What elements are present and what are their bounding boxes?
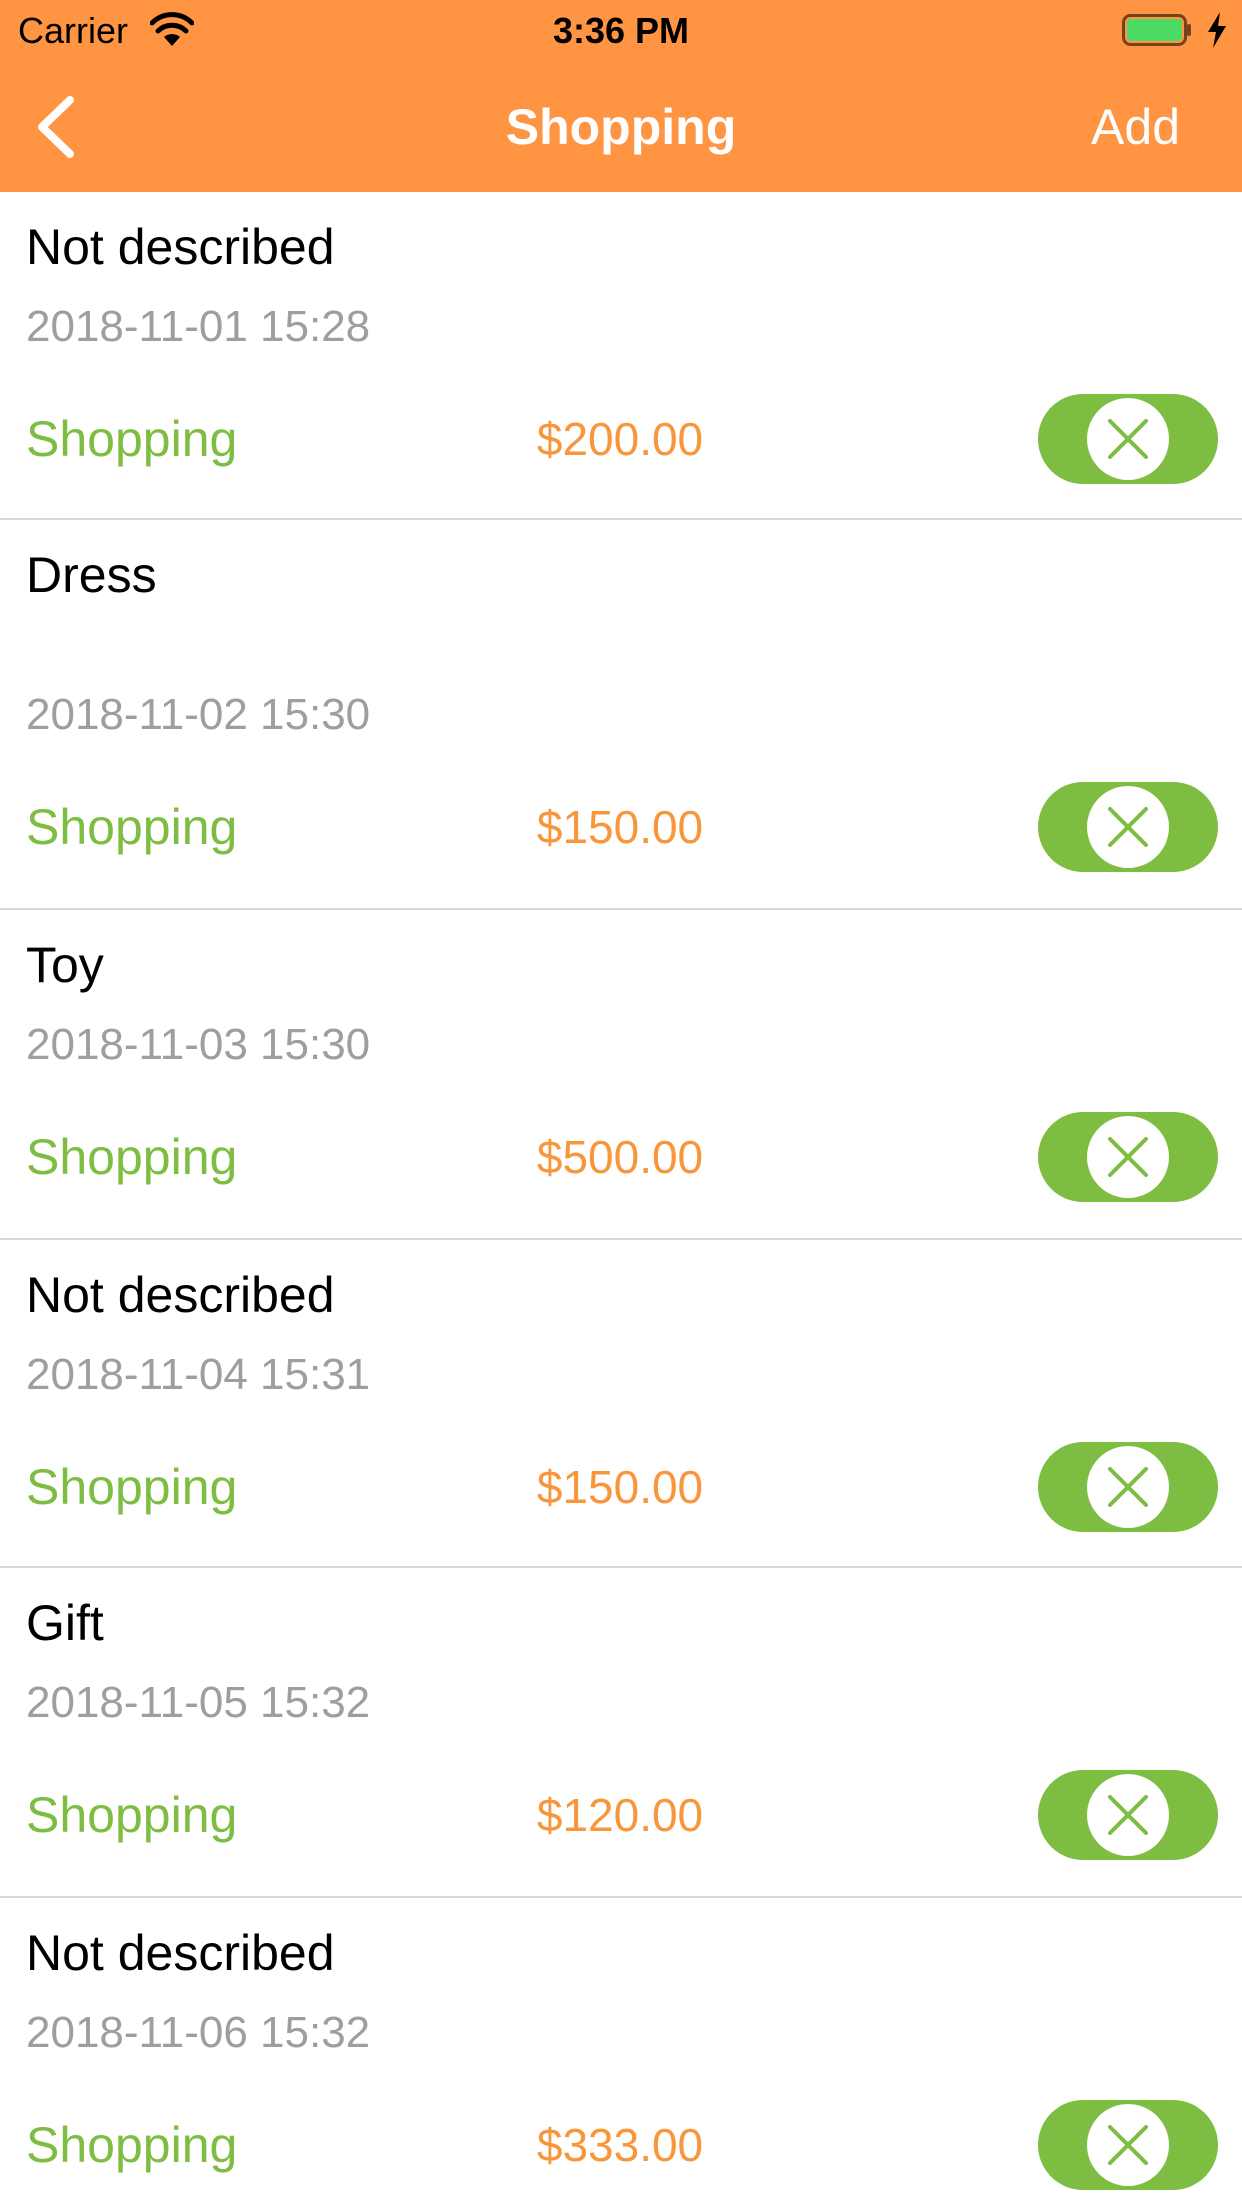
record-amount: $150.00: [536, 801, 704, 853]
record-category: Shopping: [26, 411, 238, 467]
list-item[interactable]: Dress 2018-11-02 15:30 Shopping $150.00: [0, 520, 1242, 910]
page-title: Shopping: [505, 99, 737, 155]
list-item[interactable]: Not described 2018-11-04 15:31 Shopping …: [0, 1240, 1242, 1568]
delete-toggle-button[interactable]: [1038, 394, 1218, 484]
record-category: Shopping: [26, 1787, 238, 1843]
charging-bolt-icon: [1208, 12, 1226, 48]
record-amount: $200.00: [536, 413, 704, 465]
status-bar: Carrier 3:36 PM: [0, 0, 1242, 60]
list-item[interactable]: Gift 2018-11-05 15:32 Shopping $120.00: [0, 1568, 1242, 1898]
record-category: Shopping: [26, 1459, 238, 1515]
delete-toggle-button[interactable]: [1038, 782, 1218, 872]
top-bar: Carrier 3:36 PM Shopping Add: [0, 0, 1242, 192]
delete-toggle-button[interactable]: [1038, 1770, 1218, 1860]
record-amount: $500.00: [536, 1131, 704, 1183]
record-description: Dress: [26, 547, 157, 603]
record-description: Gift: [26, 1595, 104, 1651]
battery-icon: [1122, 14, 1191, 46]
delete-toggle-button[interactable]: [1038, 2100, 1218, 2190]
record-category: Shopping: [26, 799, 238, 855]
record-amount: $150.00: [536, 1461, 704, 1513]
record-datetime: 2018-11-01 15:28: [26, 302, 371, 351]
record-list: Not described 2018-11-01 15:28 Shopping …: [0, 192, 1242, 2208]
close-icon: [1108, 1467, 1148, 1507]
close-icon: [1108, 1795, 1148, 1835]
delete-toggle-button[interactable]: [1038, 1112, 1218, 1202]
record-description: Not described: [26, 1925, 335, 1981]
close-icon: [1108, 1137, 1148, 1177]
record-amount: $333.00: [536, 2119, 704, 2171]
record-datetime: 2018-11-02 15:30: [26, 690, 371, 739]
record-datetime: 2018-11-04 15:31: [26, 1350, 371, 1399]
record-amount: $120.00: [536, 1789, 704, 1841]
close-icon: [1108, 2125, 1148, 2165]
record-category: Shopping: [26, 1129, 238, 1185]
record-description: Toy: [26, 937, 104, 993]
clock-time: 3:36 PM: [552, 10, 690, 51]
record-description: Not described: [26, 1267, 335, 1323]
record-datetime: 2018-11-05 15:32: [26, 1678, 371, 1727]
add-button[interactable]: Add: [1091, 98, 1180, 156]
record-datetime: 2018-11-03 15:30: [26, 1020, 371, 1069]
record-description: Not described: [26, 219, 335, 275]
navigation-bar: Shopping Add: [0, 60, 1242, 192]
close-icon: [1108, 807, 1148, 847]
close-icon: [1108, 419, 1148, 459]
list-item[interactable]: Toy 2018-11-03 15:30 Shopping $500.00: [0, 910, 1242, 1240]
delete-toggle-button[interactable]: [1038, 1442, 1218, 1532]
record-category: Shopping: [26, 2117, 238, 2173]
list-item[interactable]: Not described 2018-11-01 15:28 Shopping …: [0, 192, 1242, 520]
record-datetime: 2018-11-06 15:32: [26, 2008, 371, 2057]
list-item[interactable]: Not described 2018-11-06 15:32 Shopping …: [0, 1898, 1242, 2208]
